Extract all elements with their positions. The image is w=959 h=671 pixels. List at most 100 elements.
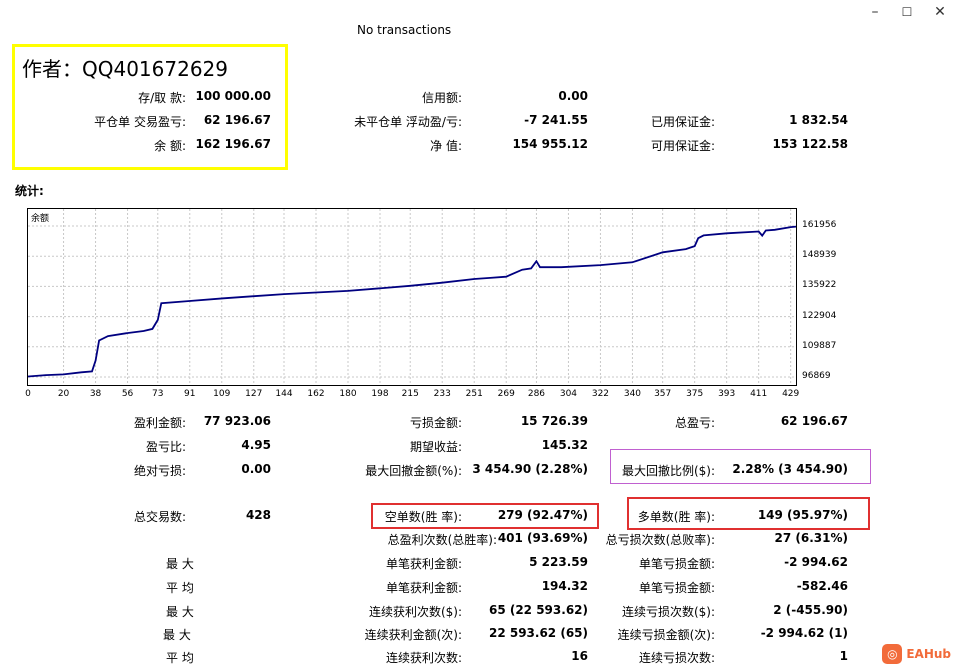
y-tick-label: 148939	[802, 250, 837, 261]
loss-count-value: 27 (6.31%)	[774, 531, 848, 545]
x-tick-label: 56	[121, 389, 134, 399]
max-cons-losses-label: 连续亏损次数($):	[621, 605, 715, 619]
x-tick-label: 340	[623, 389, 642, 399]
x-tick-label: 73	[152, 389, 164, 399]
max-drawdown-value: 3 454.90 (2.28%)	[472, 462, 588, 476]
balance-chart: 余额	[27, 208, 797, 386]
total-net-label: 总盈亏:	[674, 416, 715, 430]
total-trades-value: 428	[245, 508, 271, 522]
total-net-value: 62 196.67	[780, 414, 848, 428]
rel-drawdown-value: 2.28% (3 454.90)	[732, 462, 848, 476]
short-value: 279 (92.47%)	[497, 508, 588, 522]
abs-drawdown-label: 绝对亏损:	[133, 464, 186, 478]
balance-label: 余 额:	[154, 139, 186, 153]
x-tick-label: 393	[718, 389, 736, 399]
avg-row-label: 平 均	[166, 581, 194, 595]
rel-drawdown-label: 最大回撤比例($):	[621, 464, 715, 478]
max-cons-profit-value: 22 593.62 (65)	[488, 626, 588, 640]
profit-factor-value: 4.95	[241, 438, 271, 452]
avg-cons-wins-value: 16	[571, 649, 588, 663]
eahub-logo-icon: ◎	[882, 644, 903, 664]
max-win-value: 5 223.59	[529, 555, 588, 569]
floating-pl-value: -7 241.55	[524, 113, 588, 127]
win-count-label: 总盈利次数(总胜率):	[387, 533, 497, 547]
avg-loss-label: 单笔亏损金额:	[638, 581, 715, 595]
gross-profit-value: 77 923.06	[203, 414, 271, 428]
avg-cons-losses-value: 1	[839, 649, 848, 663]
free-margin-label: 可用保证金:	[650, 139, 715, 153]
chart-series-label: 余额	[31, 214, 50, 224]
x-tick-label: 0	[25, 389, 31, 399]
avg-win-label: 单笔获利金额:	[385, 581, 462, 595]
y-tick-label: 161956	[802, 220, 837, 230]
x-tick-label: 180	[339, 389, 357, 399]
short-label: 空单数(胜 率):	[384, 510, 462, 524]
window-title: No transactions	[357, 23, 452, 37]
x-tick-label: 38	[89, 389, 102, 399]
total-trades-label: 总交易数:	[133, 510, 186, 524]
x-tick-label: 429	[782, 389, 800, 399]
x-tick-label: 286	[527, 389, 546, 399]
x-tick-label: 91	[184, 389, 196, 399]
max-win-label: 单笔获利金额:	[385, 557, 462, 571]
x-tick-label: 109	[213, 389, 231, 399]
gross-loss-label: 亏损金额:	[409, 416, 462, 430]
max-loss-value: -2 994.62	[784, 555, 848, 569]
x-tick-label: 304	[559, 389, 578, 399]
max-cons-wins-label: 连续获利次数($):	[368, 605, 462, 619]
minimize-button[interactable]: –	[865, 3, 885, 21]
deposit-value: 100 000.00	[195, 89, 271, 103]
x-tick-label: 375	[686, 389, 704, 399]
x-tick-label: 198	[371, 389, 389, 399]
free-margin-value: 153 122.58	[772, 137, 848, 151]
x-tick-label: 411	[750, 389, 768, 399]
floating-pl-label: 未平仓单 浮动盈/亏:	[354, 115, 462, 129]
eahub-logo: ◎ EAHub	[882, 642, 951, 666]
avg-loss-value: -582.46	[796, 579, 848, 593]
gross-loss-value: 15 726.39	[520, 414, 588, 428]
max-cons-losses-value: 2 (-455.90)	[773, 603, 848, 617]
abs-drawdown-value: 0.00	[241, 462, 271, 476]
avg-cons-row-label: 平 均	[166, 651, 194, 665]
x-tick-label: 144	[275, 389, 293, 399]
x-tick-label: 127	[245, 389, 263, 399]
long-value: 149 (95.97%)	[757, 508, 848, 522]
eahub-logo-text: EAHub	[906, 647, 951, 661]
max-cons-amount-row-label: 最 大	[163, 628, 191, 642]
deposit-label: 存/取 款:	[138, 91, 186, 105]
max-loss-label: 单笔亏损金额:	[638, 557, 715, 571]
avg-win-value: 194.32	[541, 579, 588, 593]
y-tick-label: 135922	[802, 280, 837, 291]
y-tick-label: 109887	[802, 340, 837, 351]
closed-pl-value: 62 196.67	[203, 113, 271, 127]
equity-label: 净 值:	[430, 139, 462, 153]
avg-cons-losses-label: 连续亏损次数:	[638, 651, 715, 665]
balance-chart-svg	[28, 209, 796, 385]
y-tick-label: 96869	[802, 371, 831, 381]
balance-value: 162 196.67	[195, 137, 271, 151]
close-button[interactable]: ✕	[930, 3, 950, 21]
expected-payoff-label: 期望收益:	[409, 440, 462, 454]
x-tick-label: 215	[401, 389, 419, 399]
profit-factor-label: 盈亏比:	[145, 440, 186, 454]
max-cons-wins-value: 65 (22 593.62)	[488, 603, 588, 617]
x-tick-label: 162	[307, 389, 325, 399]
equity-value: 154 955.12	[512, 137, 588, 151]
avg-cons-wins-label: 连续获利次数:	[385, 651, 462, 665]
margin-label: 已用保证金:	[650, 115, 715, 129]
x-tick-label: 251	[465, 389, 483, 399]
win-count-value: 401 (93.69%)	[497, 531, 588, 545]
long-label: 多单数(胜 率):	[637, 510, 715, 524]
credit-label: 信用额:	[421, 91, 462, 105]
maximize-button[interactable]: ☐	[897, 3, 917, 21]
max-row-label: 最 大	[166, 557, 194, 571]
loss-count-label: 总亏损次数(总败率):	[605, 533, 715, 547]
max-drawdown-label: 最大回撤金额(%):	[365, 464, 462, 478]
gross-profit-label: 盈利金额:	[133, 416, 186, 430]
max-cons-loss-label: 连续亏损金额(次):	[617, 628, 715, 642]
x-tick-label: 20	[57, 389, 70, 399]
x-tick-label: 269	[497, 389, 515, 399]
y-tick-label: 122904	[802, 310, 837, 321]
balance-line	[28, 225, 796, 378]
x-tick-label: 233	[433, 389, 451, 399]
